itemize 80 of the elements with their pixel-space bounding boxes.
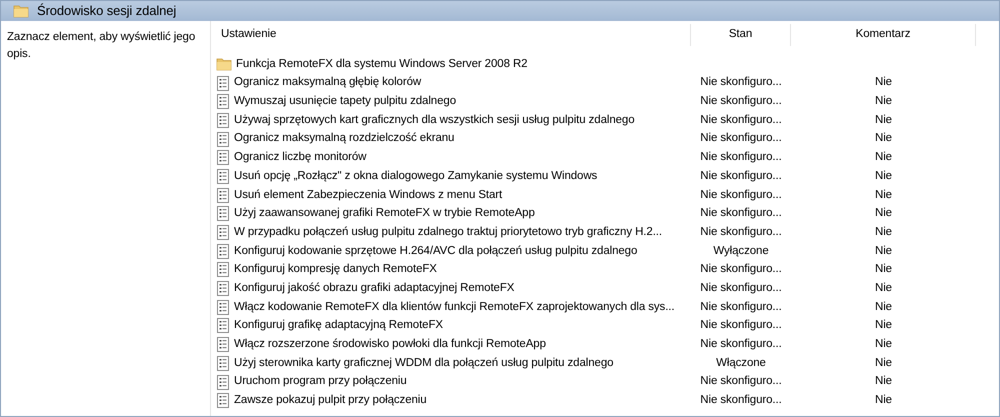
state-text: Nie skonfiguro... bbox=[700, 75, 782, 90]
comment-text: Nie bbox=[875, 131, 892, 146]
document-list-icon bbox=[216, 206, 230, 222]
state-text: Nie skonfiguro... bbox=[700, 188, 782, 203]
setting-name[interactable]: Zawsze pokazuj pulpit przy połączeniu bbox=[234, 392, 427, 410]
column-header[interactable]: Ustawienie bbox=[211, 24, 691, 46]
document-list-icon bbox=[216, 94, 230, 110]
state-text: Nie skonfiguro... bbox=[700, 150, 782, 166]
setting-name[interactable]: Uruchom program przy połączeniu bbox=[234, 373, 407, 391]
state-text: Nie skonfiguro... bbox=[700, 206, 782, 222]
document-list-icon bbox=[216, 262, 230, 278]
header-title: Środowisko sesji zdalnej bbox=[37, 2, 176, 20]
document-list-icon bbox=[216, 374, 230, 390]
setting-name[interactable]: Wymuszaj usunięcie tapety pulpitu zdalnego bbox=[234, 93, 456, 110]
folder-icon bbox=[13, 4, 29, 18]
document-list-icon bbox=[216, 76, 230, 91]
setting-name[interactable]: Usuń opcję „Rozłącz" z okna dialogowego Zamykanie systemu Windows bbox=[234, 168, 598, 186]
state-text: Nie skonfiguro... bbox=[700, 131, 782, 146]
comment-text: Nie bbox=[875, 112, 892, 128]
document-list-icon bbox=[216, 244, 230, 259]
comment-text: Nie bbox=[875, 374, 892, 390]
document-list-icon bbox=[216, 337, 230, 352]
comment-text: Nie bbox=[875, 188, 892, 203]
state-text: Nie skonfiguro... bbox=[700, 280, 782, 296]
comment-text: Nie bbox=[875, 356, 892, 371]
setting-name[interactable]: Konfiguruj grafikę adaptacyjną RemoteFX bbox=[234, 317, 443, 335]
comment-text: Nie bbox=[875, 262, 892, 278]
comment-text: Nie bbox=[875, 337, 892, 352]
comment-text: Nie bbox=[875, 300, 892, 315]
state-text: Wyłączone bbox=[713, 244, 769, 259]
setting-name[interactable]: Użyj sterownika karty graficznej WDDM dla połączeń usług pulpitu zdalnego bbox=[234, 354, 614, 372]
comment-text: Nie bbox=[875, 75, 892, 90]
comment-text: Nie bbox=[875, 168, 892, 184]
comment-text: Nie bbox=[875, 224, 892, 240]
setting-name[interactable]: Użyj zaawansowanej grafiki RemoteFX w trybie RemoteApp bbox=[234, 205, 535, 222]
document-list-icon bbox=[216, 112, 230, 128]
state-text: Nie skonfiguro... bbox=[700, 168, 782, 184]
state-text: Nie skonfiguro... bbox=[700, 300, 782, 315]
comment-text: Nie bbox=[875, 206, 892, 222]
state-text: Nie skonfiguro... bbox=[700, 94, 782, 110]
comment-text: Nie bbox=[875, 280, 892, 296]
setting-name[interactable]: Ogranicz maksymalną głębię kolorów bbox=[234, 74, 422, 92]
setting-name[interactable]: Włącz kodowanie RemoteFX dla klientów funkcji RemoteFX zaprojektowanych dla sys... bbox=[234, 298, 674, 316]
comment-text: Nie bbox=[875, 244, 892, 259]
setting-name[interactable]: Usuń element Zabezpieczenia Windows z menu Start bbox=[234, 186, 502, 204]
comment-text: Nie bbox=[875, 393, 892, 408]
setting-name[interactable]: Konfiguruj jakość obrazu grafiki adaptacyjnej RemoteFX bbox=[234, 280, 514, 298]
setting-name[interactable]: Funkcja RemoteFX dla systemu Windows Server 2008 R2 bbox=[236, 56, 528, 73]
state-text: Nie skonfiguro... bbox=[700, 393, 782, 408]
document-list-icon bbox=[216, 393, 230, 408]
state-text: Włączone bbox=[716, 356, 766, 371]
comment-text: Nie bbox=[875, 318, 892, 334]
state-text: Nie skonfiguro... bbox=[700, 318, 782, 334]
document-list-icon bbox=[216, 318, 230, 334]
document-list-icon bbox=[216, 132, 230, 147]
description-text: Zaznacz element, aby wyświetlić jego opis. bbox=[7, 30, 196, 62]
comment-text: Nie bbox=[875, 94, 892, 110]
setting-name[interactable]: Konfiguruj kodowanie sprzętowe H.264/AVC dla połączeń usług pulpitu zdalnego bbox=[234, 242, 638, 260]
column-header[interactable]: Komentarz bbox=[791, 24, 976, 46]
comment-text: Nie bbox=[875, 150, 892, 166]
setting-name[interactable]: Używaj sprzętowych kart graficznych dla wszystkich sesji usług pulpitu zdalnego bbox=[234, 112, 635, 130]
setting-name[interactable]: Włącz rozszerzone środowisko powłoki dla funkcji RemoteApp bbox=[234, 336, 546, 354]
column-header[interactable]: Stan bbox=[691, 24, 791, 46]
folder-icon bbox=[216, 57, 232, 72]
document-list-icon bbox=[216, 150, 230, 166]
setting-name[interactable]: Konfiguruj kompresję danych RemoteFX bbox=[234, 261, 437, 279]
document-list-icon bbox=[216, 281, 230, 296]
state-text: Nie skonfiguro... bbox=[700, 337, 782, 352]
document-list-icon bbox=[216, 356, 230, 371]
state-text: Nie skonfiguro... bbox=[700, 262, 782, 278]
document-list-icon bbox=[216, 225, 230, 240]
state-text: Nie skonfiguro... bbox=[700, 112, 782, 128]
document-list-icon bbox=[216, 188, 230, 203]
state-text: Nie skonfiguro... bbox=[700, 224, 782, 240]
document-list-icon bbox=[216, 300, 230, 315]
document-list-icon bbox=[216, 168, 230, 184]
setting-name[interactable]: Ogranicz liczbę monitorów bbox=[234, 149, 366, 166]
setting-name[interactable]: Ogranicz maksymalną rozdzielczość ekranu bbox=[234, 130, 454, 148]
state-text: Nie skonfiguro... bbox=[700, 374, 782, 390]
setting-name[interactable]: W przypadku połączeń usług pulpitu zdalnego traktuj priorytetowo tryb graficzny H.2... bbox=[234, 224, 662, 242]
